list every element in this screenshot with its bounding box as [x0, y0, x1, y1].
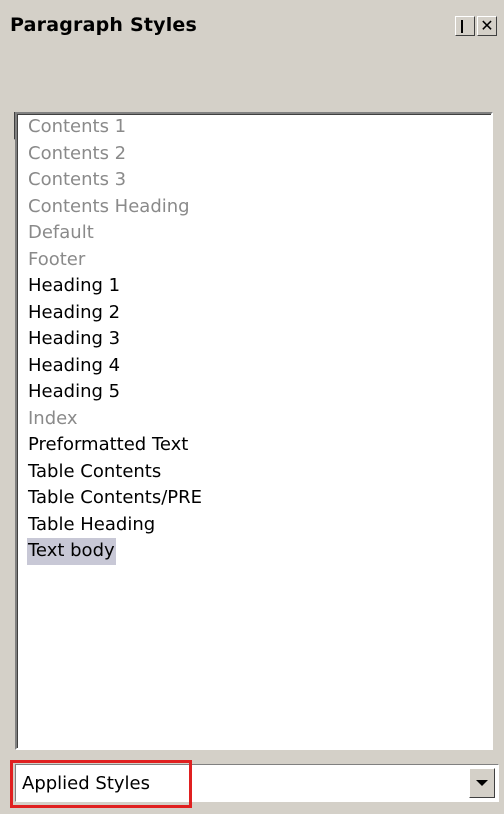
- chevron-down-icon: [476, 780, 488, 786]
- style-toolbar: ¶ A: [0, 54, 504, 140]
- close-button[interactable]: ✕: [477, 16, 497, 36]
- style-item[interactable]: Heading 1: [27, 273, 121, 300]
- style-item[interactable]: Heading 3: [27, 326, 121, 353]
- stylist-panel: Paragraph Styles ✕ ¶ A: [0, 0, 504, 814]
- style-filter-dropdown[interactable]: Applied Styles: [15, 764, 499, 802]
- styles-list-items: Contents 1 Contents 2 Contents 3 Contents H…: [27, 114, 203, 565]
- minimize-button[interactable]: [455, 16, 475, 36]
- style-item[interactable]: Contents 3: [27, 167, 127, 194]
- style-item[interactable]: Contents 1: [27, 114, 127, 141]
- minimize-icon: [461, 20, 463, 33]
- style-item[interactable]: Index: [27, 406, 79, 433]
- style-item[interactable]: Preformatted Text: [27, 432, 189, 459]
- style-item[interactable]: Heading 2: [27, 300, 121, 327]
- style-item[interactable]: Default: [27, 220, 95, 247]
- title-bar[interactable]: Paragraph Styles ✕: [0, 0, 504, 54]
- style-filter-value: Applied Styles: [22, 773, 150, 794]
- styles-list[interactable]: Contents 1 Contents 2 Contents 3 Contents H…: [15, 112, 493, 750]
- style-item[interactable]: Text body: [27, 538, 116, 565]
- close-icon: ✕: [480, 16, 494, 35]
- panel-title: Paragraph Styles: [10, 14, 198, 36]
- style-item[interactable]: Table Contents: [27, 459, 162, 486]
- style-item[interactable]: Contents Heading: [27, 194, 191, 221]
- style-item[interactable]: Table Heading: [27, 512, 156, 539]
- style-item[interactable]: Heading 5: [27, 379, 121, 406]
- style-item[interactable]: Footer: [27, 247, 86, 274]
- dropdown-button[interactable]: [469, 768, 495, 798]
- style-item[interactable]: Contents 2: [27, 141, 127, 168]
- style-item[interactable]: Heading 4: [27, 353, 121, 380]
- style-item[interactable]: Table Contents/PRE: [27, 485, 203, 512]
